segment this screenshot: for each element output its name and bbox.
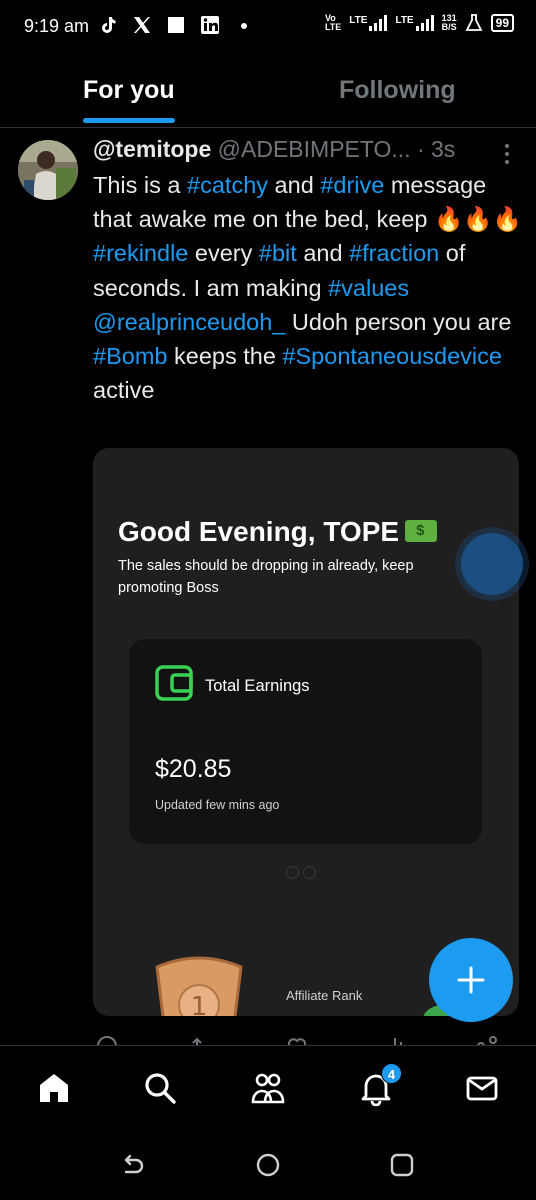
tweet-header: @temitope @ADEBIMPETO... · 3s	[93, 136, 455, 163]
notification-count-badge: 4	[381, 1063, 402, 1084]
greeting-heading: Good Evening, TOPE	[118, 516, 438, 548]
svg-text:1: 1	[191, 992, 208, 1016]
more-options-icon[interactable]	[500, 142, 514, 166]
rank-badge-icon: 1	[155, 956, 243, 1016]
money-icon	[405, 519, 438, 542]
status-bar: 9:19 am Vo LTE LTE LTE 131 B/S 99	[0, 0, 536, 58]
status-right-icons: Vo LTE LTE LTE 131 B/S 99	[325, 14, 514, 32]
mention-link[interactable]: @realprinceudoh_	[93, 309, 285, 335]
active-tab-indicator	[83, 118, 175, 123]
linkedin-icon	[201, 16, 219, 34]
earnings-updated: Updated few mins ago	[155, 798, 280, 812]
status-left-icons	[98, 15, 254, 35]
lte-label-2: LTE	[395, 15, 414, 26]
lte-label-1: LTE	[349, 15, 368, 26]
avatar[interactable]	[18, 140, 78, 200]
compose-tweet-button[interactable]	[429, 938, 513, 1022]
messages-icon[interactable]	[464, 1070, 500, 1106]
status-time: 9:19 am	[24, 16, 90, 36]
fire-emojis: 🔥🔥🔥	[433, 206, 522, 233]
hashtag-link[interactable]: #drive	[320, 172, 384, 198]
tweet-actions	[93, 1028, 503, 1046]
hashtag-link[interactable]: #fraction	[349, 240, 439, 266]
recents-icon[interactable]	[389, 1152, 415, 1178]
tab-following[interactable]: Following	[339, 76, 456, 105]
back-icon[interactable]	[120, 1152, 146, 1178]
dot-icon	[241, 23, 247, 29]
wallet-icon	[155, 665, 193, 701]
white-square-icon	[168, 17, 184, 33]
affiliate-rank-label: Affiliate Rank	[286, 988, 363, 1003]
hashtag-link[interactable]: #rekindle	[93, 240, 188, 266]
hashtag-link[interactable]: #Spontaneousdevice	[282, 343, 502, 369]
hashtag-link[interactable]: #bit	[259, 240, 297, 266]
tweet-text: This is a #catchy and #drive message tha…	[93, 172, 522, 404]
system-navigation-bar	[0, 1130, 536, 1200]
hashtag-link[interactable]: #values	[328, 275, 409, 301]
x-icon	[134, 17, 150, 33]
earnings-value: $20.85	[155, 755, 232, 783]
tab-for-you[interactable]: For you	[83, 76, 175, 105]
signal-bars-1-icon	[369, 15, 388, 31]
greeting-subtitle: The sales should be dropping in already,…	[118, 558, 414, 596]
plus-icon	[457, 966, 485, 994]
volte-indicator: Vo LTE	[324, 13, 342, 32]
touch-indicator	[461, 533, 523, 595]
avatar-photo	[18, 140, 78, 200]
network-speed: 131 B/S	[441, 13, 457, 32]
battery-indicator: 99	[490, 14, 514, 32]
hashtag-link[interactable]: #catchy	[187, 172, 268, 198]
home-icon[interactable]	[36, 1070, 72, 1106]
timeline-tabs: For you Following	[0, 58, 536, 128]
display-name[interactable]: @temitope	[93, 136, 211, 162]
tiktok-icon	[102, 17, 116, 33]
earnings-label: Total Earnings	[205, 677, 310, 695]
search-icon[interactable]	[142, 1070, 178, 1106]
home-button-icon[interactable]	[255, 1152, 281, 1178]
carousel-dots	[286, 866, 316, 879]
earnings-card: Total Earnings $20.85 Updated few mins a…	[129, 639, 482, 844]
bottom-navigation: 4	[0, 1045, 536, 1130]
hashtag-link[interactable]: #Bomb	[93, 343, 167, 369]
user-handle[interactable]: @ADEBIMPETO...	[218, 136, 411, 162]
tweet-media-image[interactable]: Good Evening, TOPE The sales should be d…	[93, 448, 519, 1016]
communities-icon[interactable]	[250, 1070, 286, 1106]
flask-icon	[465, 14, 483, 31]
signal-bars-2-icon	[415, 15, 434, 31]
tweet-time: · 3s	[416, 136, 456, 162]
